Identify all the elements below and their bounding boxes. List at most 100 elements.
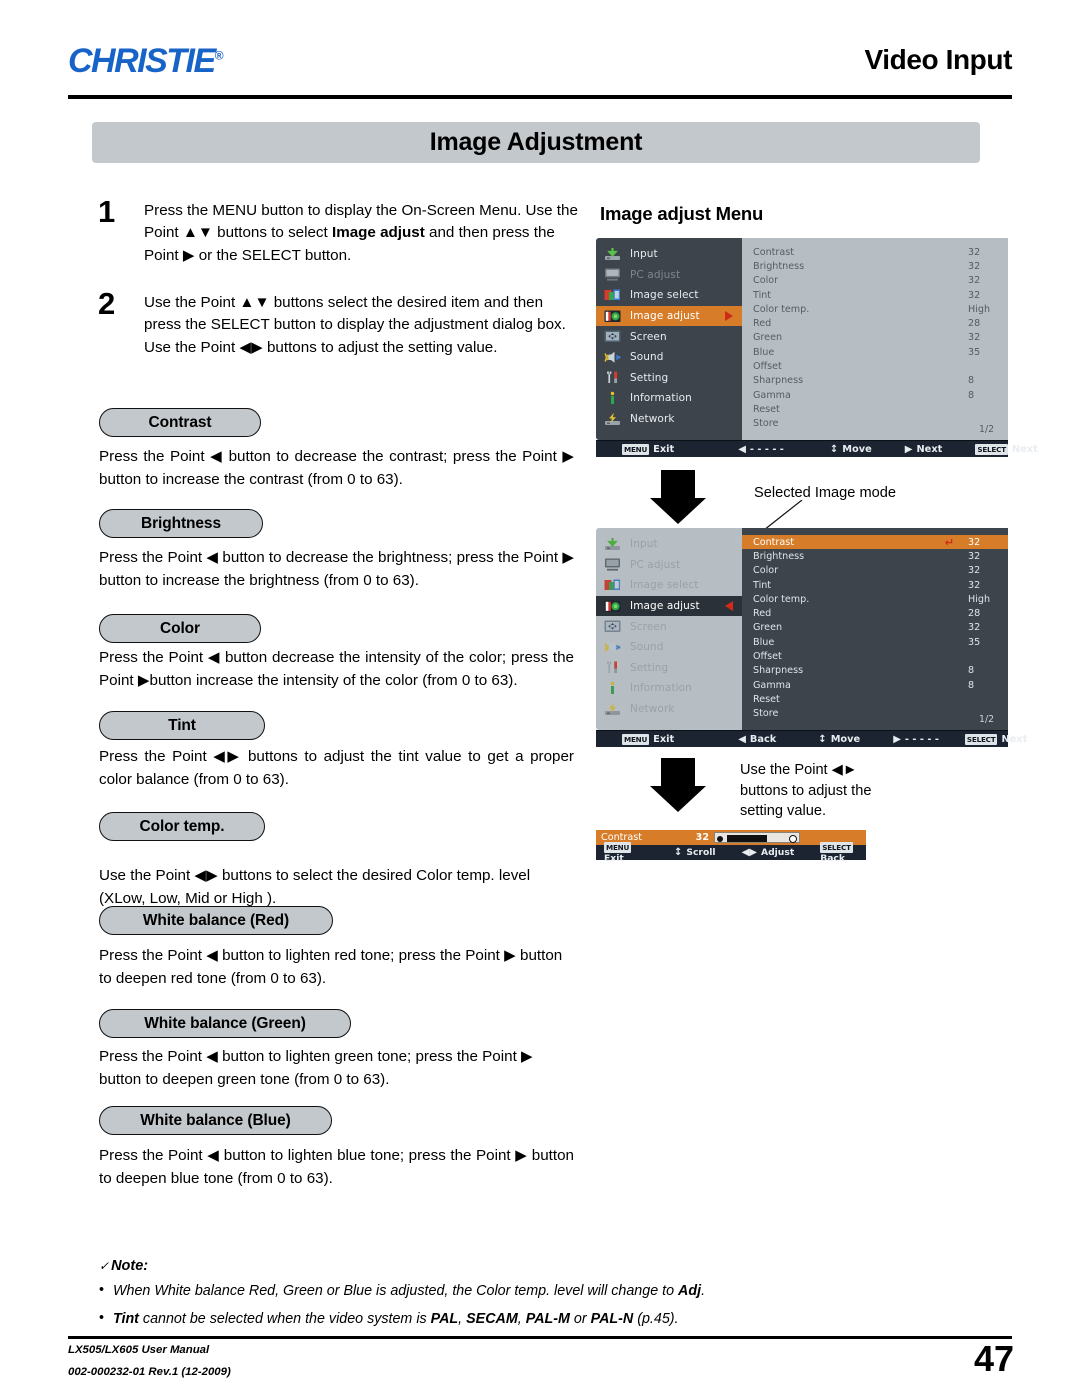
chevron-left-icon [725, 601, 733, 612]
label: Gamma [753, 389, 791, 401]
label: Back [820, 852, 845, 864]
slider-hint-back[interactable]: SELECTBack [820, 841, 866, 864]
network-icon [603, 702, 622, 717]
osd1-menu-item-sound[interactable]: Sound [596, 347, 742, 368]
osd1-setting-color-temp[interactable]: Color temp. High [742, 302, 1008, 316]
osd1-menu-item-screen[interactable]: Screen [596, 326, 742, 347]
label: Reset [753, 403, 780, 415]
osd1-menu-item-image-adjust-label: Image adjust [630, 310, 700, 323]
osd2-setting-brightness[interactable]: Brightness 32 [742, 549, 1008, 563]
label: Color temp. [753, 593, 810, 605]
osd1-hint-move[interactable]: ↕ Move [830, 444, 872, 455]
label: Move [830, 733, 861, 745]
osd1-setting-store[interactable]: Store [742, 417, 1008, 431]
osd1-setting-offset[interactable]: Offset [742, 359, 1008, 373]
value: 28 [968, 608, 981, 620]
osd1-setting-green[interactable]: Green 32 [742, 331, 1008, 345]
check-icon: ✓ [99, 1259, 110, 1273]
osd1-menu-item-input[interactable]: Input [596, 244, 742, 265]
osd1-menu-item-setting[interactable]: Setting [596, 368, 742, 389]
note-title: ✓ Note: [99, 1258, 979, 1274]
osd1-hint-select[interactable]: SELECT Next [975, 443, 1038, 455]
heading-contrast: Contrast [99, 408, 261, 437]
label: - - - - - [904, 733, 939, 745]
osd-screenshot-contrast-slider: Contrast 32 MENUExit ↕ Scroll ◀▶ Adjust SE… [596, 830, 866, 864]
osd1-menu-item-image-adjust[interactable]: Image adjust [596, 305, 742, 327]
osd2-setting-red[interactable]: Red 28 [742, 606, 1008, 620]
osd1-setting-gamma[interactable]: Gamma 8 [742, 388, 1008, 402]
osd1-setting-sharpness[interactable]: Sharpness 8 [742, 374, 1008, 388]
footer-manual-name: LX505/LX605 User Manual [68, 1344, 210, 1356]
osd2-setting-reset[interactable]: Reset [742, 692, 1008, 706]
osd1-hint-left[interactable]: ◀ - - - - - [738, 444, 784, 455]
slider-value: 32 [695, 832, 709, 843]
value: 28 [968, 318, 981, 330]
label: Next [1011, 443, 1038, 455]
osd1-menu-item-image-select[interactable]: Image select [596, 285, 742, 306]
label: Contrast [753, 536, 794, 548]
osd2-setting-gamma[interactable]: Gamma 8 [742, 678, 1008, 692]
heading-color-label: Color [160, 619, 200, 637]
osd2-hint-back[interactable]: ◀ Back [738, 734, 776, 745]
logo-text: CHRISTIE [68, 42, 216, 80]
osd1-menu-item-information[interactable]: Information [596, 388, 742, 409]
step-2-number: 2 [98, 286, 116, 321]
osd1-setting-contrast[interactable]: Contrast 32 [742, 245, 1008, 259]
value: 32 [968, 550, 981, 562]
enter-icon: ↵ [944, 535, 954, 549]
slider-handle[interactable] [789, 834, 797, 843]
input-icon [603, 247, 622, 262]
osd2-menu-item-sound[interactable]: Sound [596, 637, 742, 658]
osd2-menu-item-setting[interactable]: Setting [596, 658, 742, 679]
osd1-hint-exit[interactable]: MENU Exit [622, 443, 674, 455]
note-block: ✓Note: When White balance Red, Green or … [99, 1258, 979, 1331]
osd2-hint-exit[interactable]: MENU Exit [622, 733, 674, 745]
osd2-setting-blue[interactable]: Blue 35 [742, 635, 1008, 649]
osd1-setting-tint[interactable]: Tint 32 [742, 288, 1008, 302]
osd1-menu-item-sound-label: Sound [630, 351, 664, 364]
osd2-setting-green[interactable]: Green 32 [742, 621, 1008, 635]
osd2-setting-color-temp[interactable]: Color temp. High [742, 592, 1008, 606]
osd1-setting-red[interactable]: Red 28 [742, 316, 1008, 330]
osd-screenshot-main-menu: Input PC adjust Image select Image adjus… [596, 238, 1038, 457]
osd2-setting-color[interactable]: Color 32 [742, 564, 1008, 578]
osd2-setting-store[interactable]: Store [742, 707, 1008, 721]
osd2-setting-sharpness[interactable]: Sharpness 8 [742, 664, 1008, 678]
heading-white-balance-green: White balance (Green) [99, 1009, 351, 1038]
osd2-hint-move[interactable]: ↕ Move [818, 734, 860, 745]
label: Contrast [753, 246, 794, 258]
osd2-setting-contrast[interactable]: Contrast ↵ 32 [742, 535, 1008, 550]
osd2-hint-right[interactable]: ▶ - - - - - [893, 734, 939, 745]
label: Red [753, 318, 772, 330]
osd1-hint-next[interactable]: ▶ Next [905, 444, 943, 455]
slider-track[interactable] [714, 832, 800, 843]
osd2-setting-tint[interactable]: Tint 32 [742, 578, 1008, 592]
osd2-menu-item-information[interactable]: Information [596, 678, 742, 699]
osd2-menu-item-screen[interactable]: Screen [596, 616, 742, 637]
heading-color-temp: Color temp. [99, 812, 265, 841]
osd2-menu-item-pc-adjust[interactable]: PC adjust [596, 555, 742, 576]
label: Brightness [753, 260, 805, 272]
osd2-setting-offset[interactable]: Offset [742, 649, 1008, 663]
osd1-setting-blue[interactable]: Blue 35 [742, 345, 1008, 359]
osd1-setting-reset[interactable]: Reset [742, 402, 1008, 416]
slider-hint-scroll[interactable]: ↕ Scroll [674, 847, 716, 858]
osd1-panel-notch [742, 317, 751, 343]
step-1-number: 1 [98, 194, 116, 229]
osd2-menu-item-image-adjust[interactable]: Image adjust [596, 595, 742, 617]
arrow-right-icon: ▶ [893, 733, 901, 745]
osd1-menu-item-pc-adjust[interactable]: PC adjust [596, 265, 742, 286]
osd2-menu-item-input[interactable]: Input [596, 534, 742, 555]
osd1-menu-item-network[interactable]: Network [596, 409, 742, 430]
label: Blue [753, 346, 775, 358]
slider-hint-exit[interactable]: MENUExit [604, 841, 642, 864]
osd2-hint-select[interactable]: SELECT Next [964, 733, 1027, 745]
page-title: Image Adjustment [429, 128, 643, 156]
osd1-setting-brightness[interactable]: Brightness 32 [742, 259, 1008, 273]
value: 8 [968, 679, 975, 691]
osd1-setting-color[interactable]: Color 32 [742, 274, 1008, 288]
pc-adjust-icon [603, 557, 622, 572]
slider-hint-adjust[interactable]: ◀▶ Adjust [742, 847, 795, 858]
osd2-menu-item-image-select[interactable]: Image select [596, 575, 742, 596]
osd2-menu-item-network[interactable]: Network [596, 699, 742, 720]
